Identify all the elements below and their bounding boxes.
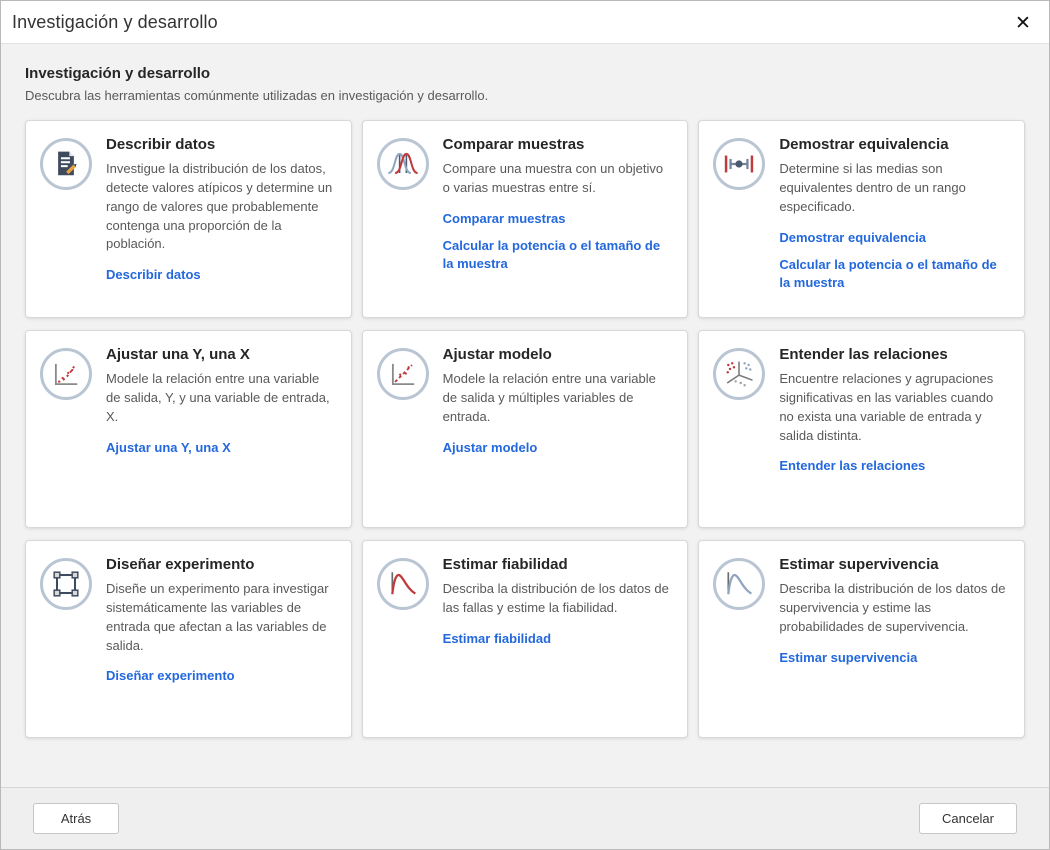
card-links: Describir datos bbox=[106, 266, 337, 284]
fit-one-y-one-x-icon bbox=[40, 348, 92, 400]
research-development-dialog: Investigación y desarrollo ✕ Investigaci… bbox=[0, 0, 1050, 850]
card-title: Describir datos bbox=[106, 136, 337, 153]
fit-model-icon bbox=[377, 348, 429, 400]
card-body: Describir datos Investigue la distribuci… bbox=[106, 136, 337, 293]
card-description: Modele la relación entre una variable de… bbox=[106, 370, 337, 427]
back-button[interactable]: Atrás bbox=[33, 803, 119, 834]
card-description: Describa la distribución de los datos de… bbox=[443, 580, 674, 618]
card-link[interactable]: Describir datos bbox=[106, 266, 337, 284]
tool-card: Entender las relaciones Encuentre relaci… bbox=[698, 330, 1025, 528]
card-body: Ajustar modelo Modele la relación entre … bbox=[443, 346, 674, 466]
card-link[interactable]: Comparar muestras bbox=[443, 210, 674, 228]
card-link[interactable]: Diseñar experimento bbox=[106, 667, 337, 685]
card-body: Demostrar equivalencia Determine si las … bbox=[779, 136, 1010, 301]
tool-card: Estimar supervivencia Describa la distri… bbox=[698, 540, 1025, 738]
card-link[interactable]: Estimar supervivencia bbox=[779, 649, 1010, 667]
reliability-icon bbox=[377, 558, 429, 610]
card-link[interactable]: Calcular la potencia o el tamaño de la m… bbox=[779, 256, 1010, 292]
card-link[interactable]: Entender las relaciones bbox=[779, 457, 1010, 475]
dialog-titlebar: Investigación y desarrollo ✕ bbox=[1, 1, 1049, 44]
design-experiment-icon bbox=[40, 558, 92, 610]
dialog-content: Investigación y desarrollo Descubra las … bbox=[1, 44, 1049, 787]
tool-card: Demostrar equivalencia Determine si las … bbox=[698, 120, 1025, 318]
survival-icon bbox=[713, 558, 765, 610]
tool-card-grid: Describir datos Investigue la distribuci… bbox=[25, 120, 1025, 738]
close-icon[interactable]: ✕ bbox=[1009, 9, 1037, 37]
card-links: Estimar fiabilidad bbox=[443, 630, 674, 648]
tool-card: Ajustar una Y, una X Modele la relación … bbox=[25, 330, 352, 528]
card-links: Ajustar modelo bbox=[443, 439, 674, 457]
card-title: Estimar supervivencia bbox=[779, 556, 1010, 573]
dialog-footer: Atrás Cancelar bbox=[1, 787, 1049, 849]
card-link[interactable]: Ajustar una Y, una X bbox=[106, 439, 337, 457]
card-description: Diseñe un experimento para investigar si… bbox=[106, 580, 337, 655]
card-title: Demostrar equivalencia bbox=[779, 136, 1010, 153]
section-subtitle: Descubra las herramientas comúnmente uti… bbox=[25, 88, 1025, 103]
card-description: Describa la distribución de los datos de… bbox=[779, 580, 1010, 637]
describe-data-icon bbox=[40, 138, 92, 190]
card-title: Ajustar una Y, una X bbox=[106, 346, 337, 363]
card-links: Entender las relaciones bbox=[779, 457, 1010, 475]
tool-card: Describir datos Investigue la distribuci… bbox=[25, 120, 352, 318]
card-links: Estimar supervivencia bbox=[779, 649, 1010, 667]
card-title: Comparar muestras bbox=[443, 136, 674, 153]
card-title: Estimar fiabilidad bbox=[443, 556, 674, 573]
tool-card: Estimar fiabilidad Describa la distribuc… bbox=[362, 540, 689, 738]
cancel-button[interactable]: Cancelar bbox=[919, 803, 1017, 834]
tool-card: Diseñar experimento Diseñe un experiment… bbox=[25, 540, 352, 738]
card-link[interactable]: Demostrar equivalencia bbox=[779, 229, 1010, 247]
card-links: Ajustar una Y, una X bbox=[106, 439, 337, 457]
equivalence-icon bbox=[713, 138, 765, 190]
section-title: Investigación y desarrollo bbox=[25, 65, 1025, 82]
card-description: Modele la relación entre una variable de… bbox=[443, 370, 674, 427]
card-description: Investigue la distribución de los datos,… bbox=[106, 160, 337, 254]
card-body: Diseñar experimento Diseñe un experiment… bbox=[106, 556, 337, 695]
card-title: Entender las relaciones bbox=[779, 346, 1010, 363]
card-link[interactable]: Ajustar modelo bbox=[443, 439, 674, 457]
card-link[interactable]: Calcular la potencia o el tamaño de la m… bbox=[443, 237, 674, 273]
tool-card: Ajustar modelo Modele la relación entre … bbox=[362, 330, 689, 528]
card-title: Diseñar experimento bbox=[106, 556, 337, 573]
card-body: Estimar fiabilidad Describa la distribuc… bbox=[443, 556, 674, 657]
card-description: Determine si las medias son equivalentes… bbox=[779, 160, 1010, 217]
relationships-icon bbox=[713, 348, 765, 400]
tool-card: Comparar muestras Compare una muestra co… bbox=[362, 120, 689, 318]
card-link[interactable]: Estimar fiabilidad bbox=[443, 630, 674, 648]
card-links: Diseñar experimento bbox=[106, 667, 337, 685]
card-body: Entender las relaciones Encuentre relaci… bbox=[779, 346, 1010, 485]
compare-samples-icon bbox=[377, 138, 429, 190]
card-body: Comparar muestras Compare una muestra co… bbox=[443, 136, 674, 282]
card-body: Estimar supervivencia Describa la distri… bbox=[779, 556, 1010, 676]
card-title: Ajustar modelo bbox=[443, 346, 674, 363]
card-description: Encuentre relaciones y agrupaciones sign… bbox=[779, 370, 1010, 445]
card-body: Ajustar una Y, una X Modele la relación … bbox=[106, 346, 337, 466]
card-description: Compare una muestra con un objetivo o va… bbox=[443, 160, 674, 198]
dialog-title: Investigación y desarrollo bbox=[12, 12, 218, 33]
card-links: Demostrar equivalencia Calcular la potenc… bbox=[779, 229, 1010, 293]
card-links: Comparar muestras Calcular la potencia o … bbox=[443, 210, 674, 274]
